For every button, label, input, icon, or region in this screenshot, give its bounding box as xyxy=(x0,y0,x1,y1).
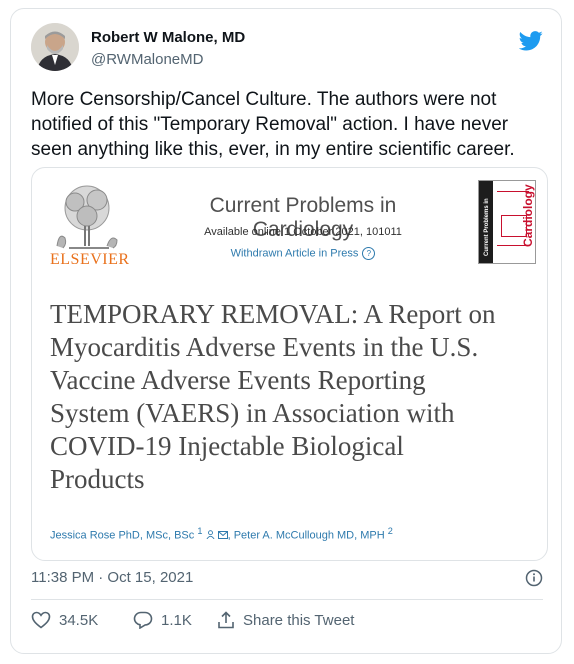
heart-icon xyxy=(31,611,51,629)
share-icon xyxy=(218,611,234,629)
email-icon xyxy=(217,530,228,539)
tweet-text-line: More Censorship/Cancel Culture. The auth… xyxy=(31,89,497,110)
author-1: Jessica Rose PhD, MSc, BSc xyxy=(50,529,195,542)
cover-title: Cardiology xyxy=(521,184,535,247)
article-title: TEMPORARY REMOVAL: A Report on Myocardit… xyxy=(50,298,530,496)
author-2: Peter A. McCullough MD, MPH xyxy=(233,529,385,542)
info-icon[interactable] xyxy=(525,569,543,587)
reply-icon xyxy=(133,611,153,629)
avatar-image xyxy=(31,23,79,71)
like-button[interactable]: 34.5K xyxy=(31,609,98,631)
twitter-bird-icon[interactable] xyxy=(519,31,543,51)
tweet-text-line: notified of this "Temporary Removal" act… xyxy=(31,114,509,135)
person-icon xyxy=(206,529,214,539)
tweet-text-line: seen anything like this, ever, in my ent… xyxy=(31,139,515,160)
author-name[interactable]: Robert W Malone, MD xyxy=(91,29,245,46)
withdrawn-line: Withdrawn Article in Press? xyxy=(160,247,446,260)
tweet-card: Robert W Malone, MD @RWMaloneMD More Cen… xyxy=(10,8,562,654)
author-2-affiliation: 2 xyxy=(387,526,393,536)
share-label: Share this Tweet xyxy=(243,611,355,629)
cover-spine: Current Problems in xyxy=(479,181,493,263)
article-title-line: Vaccine Adverse Events Reporting xyxy=(50,365,426,395)
author-1-affiliation: 1 xyxy=(197,526,203,536)
question-icon: ? xyxy=(362,247,376,260)
tweet-actions: 34.5K 1.1K Share this Tweet xyxy=(31,609,543,631)
article-title-line: COVID-19 Injectable Biological xyxy=(50,431,404,461)
journal-cover: Current Problems in Cardiology xyxy=(478,180,536,264)
article-authors: Jessica Rose PhD, MSc, BSc 1 , Peter A. … xyxy=(50,526,393,542)
article-title-line: Myocarditis Adverse Events in the U.S. xyxy=(50,332,479,362)
tweet-text: More Censorship/Cancel Culture. The auth… xyxy=(31,87,546,162)
tweet-header: Robert W Malone, MD @RWMaloneMD xyxy=(31,23,543,77)
article-title-line: Products xyxy=(50,464,145,494)
action-divider xyxy=(31,599,543,600)
article-title-line: System (VAERS) in Association with xyxy=(50,398,455,428)
author-handle[interactable]: @RWMaloneMD xyxy=(91,51,203,68)
avatar[interactable] xyxy=(31,23,79,71)
article-image[interactable]: ELSEVIER Current Problems in Cardiology … xyxy=(31,167,548,561)
elsevier-wordmark: ELSEVIER xyxy=(50,251,130,268)
tweet-timestamp[interactable]: 11:38 PM · Oct 15, 2021 xyxy=(31,569,193,586)
article-title-line: TEMPORARY REMOVAL: A Report on xyxy=(50,299,496,329)
cover-spine-text: Current Problems in xyxy=(484,198,490,256)
availability-line: Available online 1 October 2021, 101011 xyxy=(204,226,402,238)
withdrawn-label: Withdrawn Article in Press xyxy=(230,247,359,260)
like-count: 34.5K xyxy=(59,611,99,629)
share-button[interactable]: Share this Tweet xyxy=(217,609,354,631)
reply-button[interactable]: 1.1K xyxy=(133,609,192,631)
reply-count: 1.1K xyxy=(161,611,192,629)
